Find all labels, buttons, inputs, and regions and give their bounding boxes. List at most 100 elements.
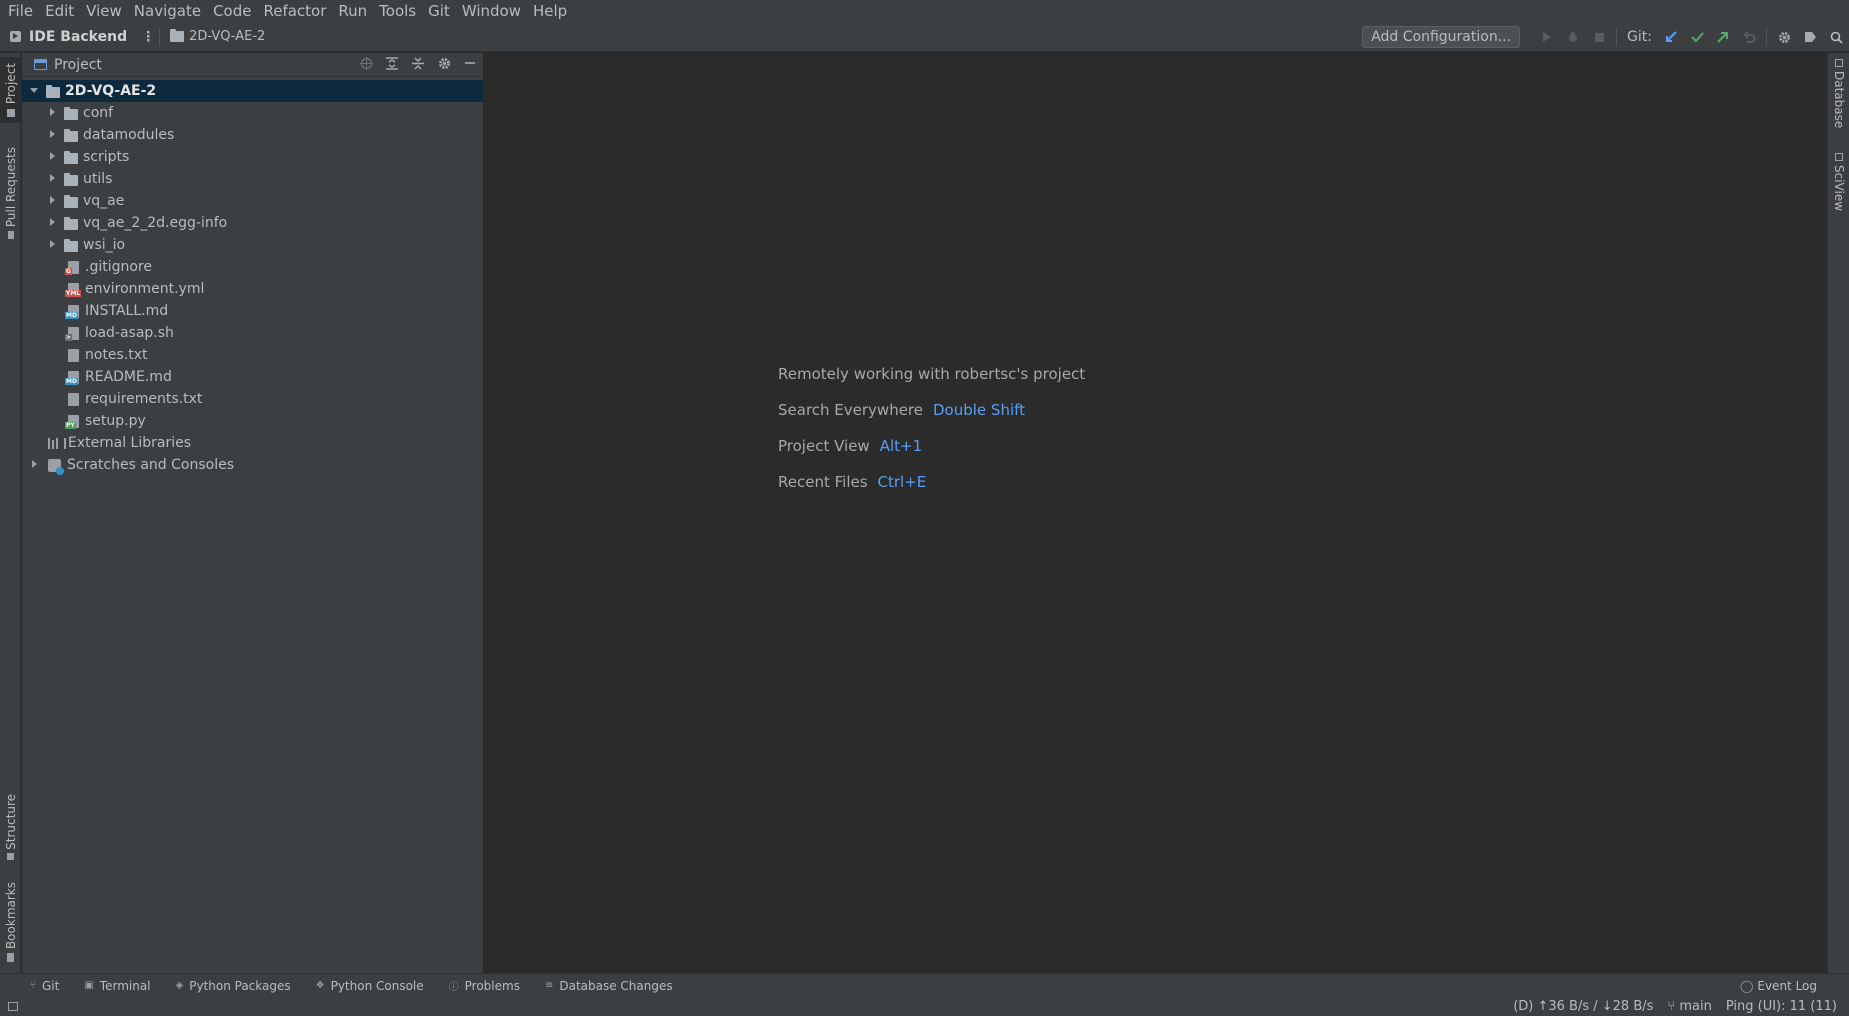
code-with-me-icon[interactable] [1797,22,1823,52]
tree-folder-vq-ae[interactable]: vq_ae [22,190,483,212]
tool-tab-git-label: Git [42,978,60,993]
menu-code[interactable]: Code [209,0,255,22]
remote-working-note: Remotely working with robertsc's project [778,365,1085,383]
tree-item-label: scripts [83,149,130,165]
info-icon: ⓘ [448,982,459,993]
menu-window[interactable]: Window [458,0,525,22]
more-options-icon[interactable]: ⋮ [141,29,155,45]
menu-edit[interactable]: Edit [41,0,78,22]
tree-folder-wsi-io[interactable]: wsi_io [22,234,483,256]
tree-folder-conf[interactable]: conf [22,102,483,124]
tree-item-label: conf [83,105,114,121]
settings-gear-icon[interactable] [1771,22,1797,52]
structure-icon [7,853,14,861]
tool-tab-structure[interactable]: Structure [0,787,21,867]
chevron-down-icon[interactable] [26,86,42,96]
tree-external-libraries[interactable]: External Libraries [22,432,483,454]
tool-tab-event-log[interactable]: ◯ Event Log [1740,974,1817,998]
tool-tab-pull-requests[interactable]: Pull Requests [0,139,21,247]
chevron-right-icon[interactable] [44,195,60,207]
stop-icon[interactable] [1586,22,1612,52]
chevron-right-icon[interactable] [44,173,60,185]
shell-script-icon: > [65,326,79,341]
tree-folder-egg-info[interactable]: vq_ae_2_2d.egg-info [22,212,483,234]
tree-file-notes-txt[interactable]: notes.txt [22,344,483,366]
select-opened-file-icon[interactable] [353,56,379,74]
tool-tab-terminal[interactable]: ▣ Terminal [84,979,150,993]
status-bar: (D) ↑36 B/s / ↓28 B/s ⑂ main Ping (UI): … [0,997,1849,1016]
breadcrumb-project: 2D-VQ-AE-2 [189,29,266,44]
folder-icon [64,216,78,230]
tool-tab-python-packages-label: Python Packages [189,978,291,993]
git-branch-widget[interactable]: ⑂ main [1667,999,1711,1014]
hide-panel-icon[interactable] [457,57,483,73]
tool-tab-bookmarks-label: Bookmarks [3,881,18,950]
git-push-icon[interactable] [1710,22,1736,52]
menu-refactor[interactable]: Refactor [259,0,330,22]
right-tool-stripe: Database SciView [1827,53,1849,973]
menu-git[interactable]: Git [424,0,454,22]
chevron-right-icon[interactable] [44,151,60,163]
package-folder-icon [64,238,78,252]
layers-icon: ◈ [175,980,184,991]
library-icon [48,437,66,449]
python-console-icon: ❖ [315,980,325,991]
menu-navigate[interactable]: Navigate [130,0,205,22]
tool-tab-project[interactable]: Project [0,57,21,123]
ide-backend-widget[interactable]: IDE Backend ⋮ [0,29,155,45]
git-branch-icon: ⑂ [30,980,36,991]
menu-help[interactable]: Help [529,0,571,22]
tree-scratches-consoles[interactable]: Scratches and Consoles [22,454,483,476]
menu-run[interactable]: Run [334,0,371,22]
chevron-right-icon[interactable] [44,239,60,251]
panel-gear-icon[interactable] [431,57,457,74]
tree-folder-scripts[interactable]: scripts [22,146,483,168]
markdown-file-icon: MD [65,304,79,319]
tree-file-gitignore[interactable]: G .gitignore [22,256,483,278]
menu-view[interactable]: View [82,0,126,22]
tree-folder-utils[interactable]: utils [22,168,483,190]
tool-tab-python-console[interactable]: ❖ Python Console [316,979,424,993]
tool-tab-bookmarks[interactable]: Bookmarks [0,879,21,965]
tool-tab-database[interactable]: Database [1828,59,1849,128]
chevron-right-icon[interactable] [44,107,60,119]
tree-file-environment-yml[interactable]: YML environment.yml [22,278,483,300]
add-configuration-button[interactable]: Add Configuration... [1362,26,1521,48]
tool-tab-structure-label: Structure [3,793,18,850]
git-update-icon[interactable] [1658,22,1684,52]
project-panel-title[interactable]: Project [54,57,102,73]
rollback-icon[interactable] [1736,22,1762,52]
tool-tab-python-packages[interactable]: ◈ Python Packages [176,979,291,993]
chevron-right-icon[interactable] [44,217,60,229]
tree-file-setup-py[interactable]: PY setup.py [22,410,483,432]
breadcrumb[interactable]: 2D-VQ-AE-2 [170,29,265,44]
git-commit-icon[interactable] [1684,22,1710,52]
search-icon[interactable] [1823,22,1849,52]
hint-project-view: Project View Alt+1 [778,437,922,455]
menu-tools[interactable]: Tools [375,0,420,22]
tree-folder-datamodules[interactable]: datamodules [22,124,483,146]
gitignore-file-icon: G [65,260,79,275]
expand-all-icon[interactable] [379,56,405,74]
tree-file-load-asap-sh[interactable]: > load-asap.sh [22,322,483,344]
tool-tab-problems[interactable]: ⓘ Problems [448,978,520,994]
tool-tab-sciview[interactable]: SciView [1828,153,1849,211]
collapse-all-icon[interactable] [405,56,431,74]
chevron-right-icon[interactable] [44,129,60,141]
chevron-right-icon[interactable] [26,459,42,471]
menu-file[interactable]: File [4,0,37,22]
branch-name: main [1679,999,1712,1014]
event-log-icon: ◯ [1739,979,1754,993]
tree-item-label: notes.txt [85,347,148,363]
toggle-tool-windows-icon[interactable] [8,1002,18,1011]
tree-root-project[interactable]: 2D-VQ-AE-2 [22,80,483,102]
tree-file-readme-md[interactable]: MD README.md [22,366,483,388]
tool-tab-database-changes[interactable]: ≡ Database Changes [545,979,673,993]
debug-icon[interactable] [1560,22,1586,52]
tool-tab-git[interactable]: ⑂ Git [30,979,59,993]
tree-file-requirements-txt[interactable]: requirements.txt [22,388,483,410]
yaml-file-icon: YML [65,282,82,297]
tree-file-install-md[interactable]: MD INSTALL.md [22,300,483,322]
network-traffic: (D) ↑36 B/s / ↓28 B/s [1513,999,1654,1014]
run-icon[interactable] [1534,22,1560,52]
